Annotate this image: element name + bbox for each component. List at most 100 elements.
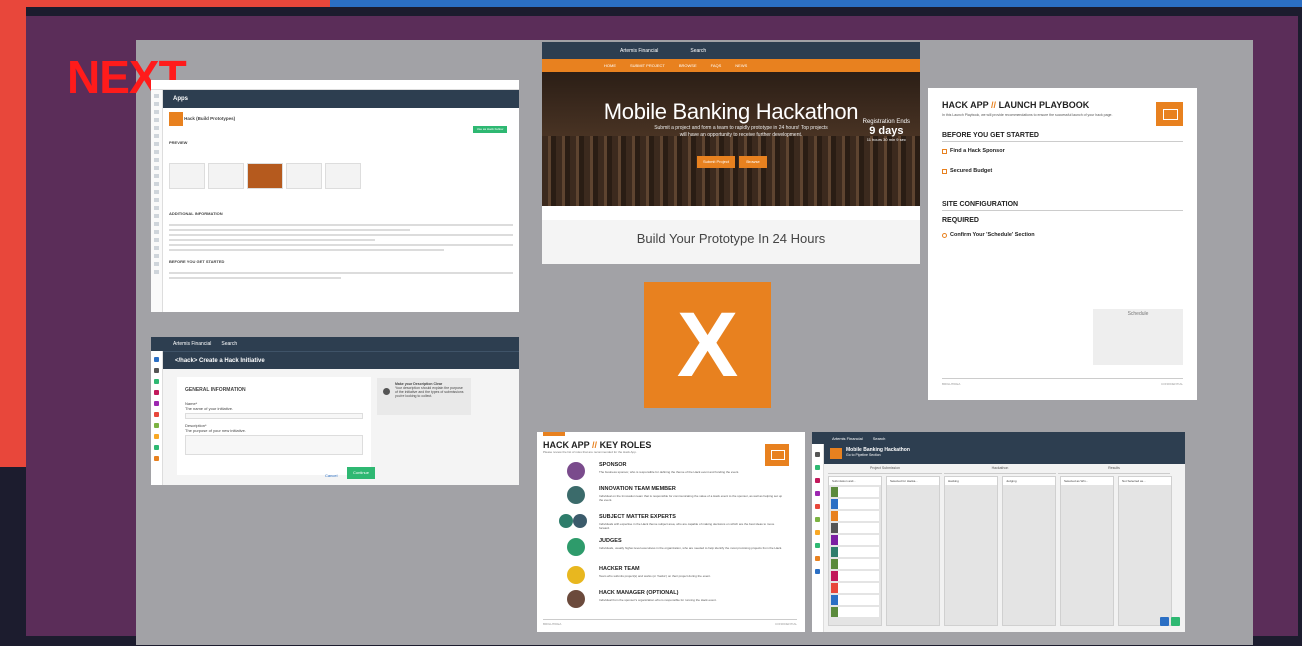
- board-sidebar: [812, 444, 824, 632]
- search-label[interactable]: Search: [221, 341, 237, 347]
- key-roles-subtitle: Please review the list of roles that are…: [543, 450, 637, 454]
- description-hint: The purpose of your new initiative.: [185, 428, 246, 433]
- name-input[interactable]: [185, 413, 363, 419]
- browser-toolbar: [151, 80, 519, 90]
- left-red-bar: [0, 7, 26, 467]
- column-header: Hacking: [945, 477, 997, 485]
- refresh-button[interactable]: [1160, 617, 1169, 626]
- apps-title: Apps: [173, 96, 188, 102]
- role-name: HACK MANAGER (OPTIONAL): [599, 590, 679, 596]
- role-hacker-team: HACKER TEAM Team who submits project(s) a…: [565, 566, 795, 588]
- find-sponsor-label: Find a Hack Sponsor: [950, 148, 1005, 154]
- tab-home[interactable]: HOME: [604, 63, 616, 68]
- footer-left: BRIGHTIDEA: [942, 382, 961, 386]
- title-a: HACK APP: [942, 100, 989, 110]
- title-b: KEY ROLES: [599, 440, 652, 450]
- board-subtitle: Go to Pipeline Section: [846, 453, 881, 457]
- list-item[interactable]: [831, 511, 879, 521]
- role-sponsor: SPONSOR The business sponsor, who is resp…: [565, 462, 795, 484]
- before-heading: BEFORE YOU GET STARTED: [169, 259, 225, 264]
- schedule-preview: Schedule: [1093, 309, 1183, 365]
- pipeline-board-screenshot: Artemis Financial Search Mobile Banking …: [812, 432, 1185, 632]
- submit-project-button[interactable]: Submit Project: [697, 156, 735, 168]
- role-desc: Individual from the sponsor's organizati…: [599, 598, 717, 602]
- avatar: [567, 566, 585, 584]
- secured-budget-label: Secured Budget: [950, 168, 993, 174]
- key-roles-screenshot: HACK APP // KEY ROLES Please review the …: [537, 432, 805, 632]
- avatar: [567, 590, 585, 608]
- role-hack-manager: HACK MANAGER (OPTIONAL) Individual from t…: [565, 590, 795, 612]
- hackathon-screenshot: Artemis Financial Search HOME SUBMIT PRO…: [542, 42, 920, 264]
- checkbox-icon: [942, 168, 947, 174]
- registration-days: 9 days: [869, 125, 904, 137]
- list-item[interactable]: [831, 547, 879, 557]
- cancel-button[interactable]: Cancel: [325, 473, 337, 478]
- hackathon-subtitle: Submit a project and form a team to rapi…: [654, 125, 828, 138]
- list-item[interactable]: [831, 523, 879, 533]
- playbook-title: HACK APP // LAUNCH PLAYBOOK: [942, 100, 1183, 110]
- search-label[interactable]: Search: [690, 48, 706, 54]
- column-winners: Selected as Win...: [1060, 476, 1114, 626]
- tab-browse[interactable]: BROWSE: [679, 63, 697, 68]
- column-header: Not Selected as...: [1119, 477, 1171, 485]
- column-submission: Submission and...: [828, 476, 882, 626]
- avatar: [567, 538, 585, 556]
- avatar: [573, 514, 587, 528]
- list-item[interactable]: [831, 499, 879, 509]
- laptop-icon: [1156, 102, 1183, 126]
- role-desc: Individuals with expertise in the Hack t…: [599, 522, 775, 530]
- list-item[interactable]: [831, 583, 879, 593]
- column-not-selected: Not Selected as...: [1118, 476, 1172, 626]
- apps-body: Hack (Build Prototypes) Use as Hack Fell…: [169, 112, 513, 282]
- create-initiative-screenshot: Artemis Financial Search </hack> Create …: [151, 337, 519, 485]
- description-textarea[interactable]: [185, 435, 363, 455]
- top-accent-stripe: [0, 0, 1302, 7]
- role-judges: JUDGES Individuals, usually higher-level …: [565, 538, 795, 560]
- browse-button[interactable]: Browse: [739, 156, 767, 168]
- registration-countdown: Registration Ends 9 days 11 hours 30 min…: [863, 119, 910, 143]
- find-sponsor-item: Find a Hack Sponsor: [942, 148, 1183, 154]
- list-item[interactable]: [831, 559, 879, 569]
- role-name: INNOVATION TEAM MEMBER: [599, 486, 676, 492]
- additional-info-heading: ADDITIONAL INFORMATION: [169, 211, 223, 216]
- column-header: Selected for Hacka...: [887, 477, 939, 485]
- role-desc: Individual on the Innovation team that i…: [599, 494, 783, 502]
- group-results: Results: [1058, 466, 1170, 474]
- list-item[interactable]: [831, 571, 879, 581]
- add-button[interactable]: [1171, 617, 1180, 626]
- before-heading: BEFORE YOU GET STARTED: [942, 132, 1183, 142]
- group-hackathon: Hackathon: [944, 466, 1056, 474]
- column-hacking: Hacking: [944, 476, 998, 626]
- create-title-bar: </hack> Create a Hack Initiative: [163, 351, 519, 369]
- brand-name: Artemis Financial: [832, 435, 863, 441]
- apps-header: Apps: [151, 90, 519, 108]
- continue-button[interactable]: Continue: [347, 467, 375, 479]
- hackathon-footer: Build Your Prototype In 24 Hours: [542, 220, 920, 264]
- avatar: [567, 486, 585, 504]
- list-item[interactable]: [831, 607, 879, 617]
- footer-left: BRIGHTIDEA: [543, 622, 562, 626]
- role-innovation-team: INNOVATION TEAM MEMBER Individual on the …: [565, 486, 795, 508]
- description-tip: Make your Description Clear Your descrip…: [377, 378, 471, 415]
- list-item[interactable]: [831, 595, 879, 605]
- hack-app-icon: [169, 112, 183, 126]
- title-slashes: //: [991, 100, 997, 110]
- list-item[interactable]: [831, 487, 879, 497]
- column-judging: Judging: [1002, 476, 1056, 626]
- checkbox-icon: [942, 148, 947, 154]
- footer-tagline: Build Your Prototype In 24 Hours: [636, 231, 826, 246]
- orange-tab: [543, 432, 565, 436]
- tab-faqs[interactable]: FAQS: [711, 63, 722, 68]
- tab-submit-project[interactable]: SUBMIT PROJECT: [630, 63, 665, 68]
- search-label[interactable]: Search: [873, 436, 886, 441]
- required-heading: REQUIRED: [942, 217, 979, 224]
- tab-news[interactable]: NEWS: [735, 63, 747, 68]
- placeholder-lines: [942, 177, 1183, 187]
- role-name: JUDGES: [599, 538, 622, 544]
- role-desc: Team who submits project(s) and works (o…: [599, 574, 711, 578]
- avatar: [567, 462, 585, 480]
- board-header: Mobile Banking Hackathon Go to Pipeline …: [824, 444, 1185, 464]
- use-as-hack-button[interactable]: Use as Hack Fellow: [473, 126, 507, 133]
- crowd-photo: [542, 136, 920, 206]
- list-item[interactable]: [831, 535, 879, 545]
